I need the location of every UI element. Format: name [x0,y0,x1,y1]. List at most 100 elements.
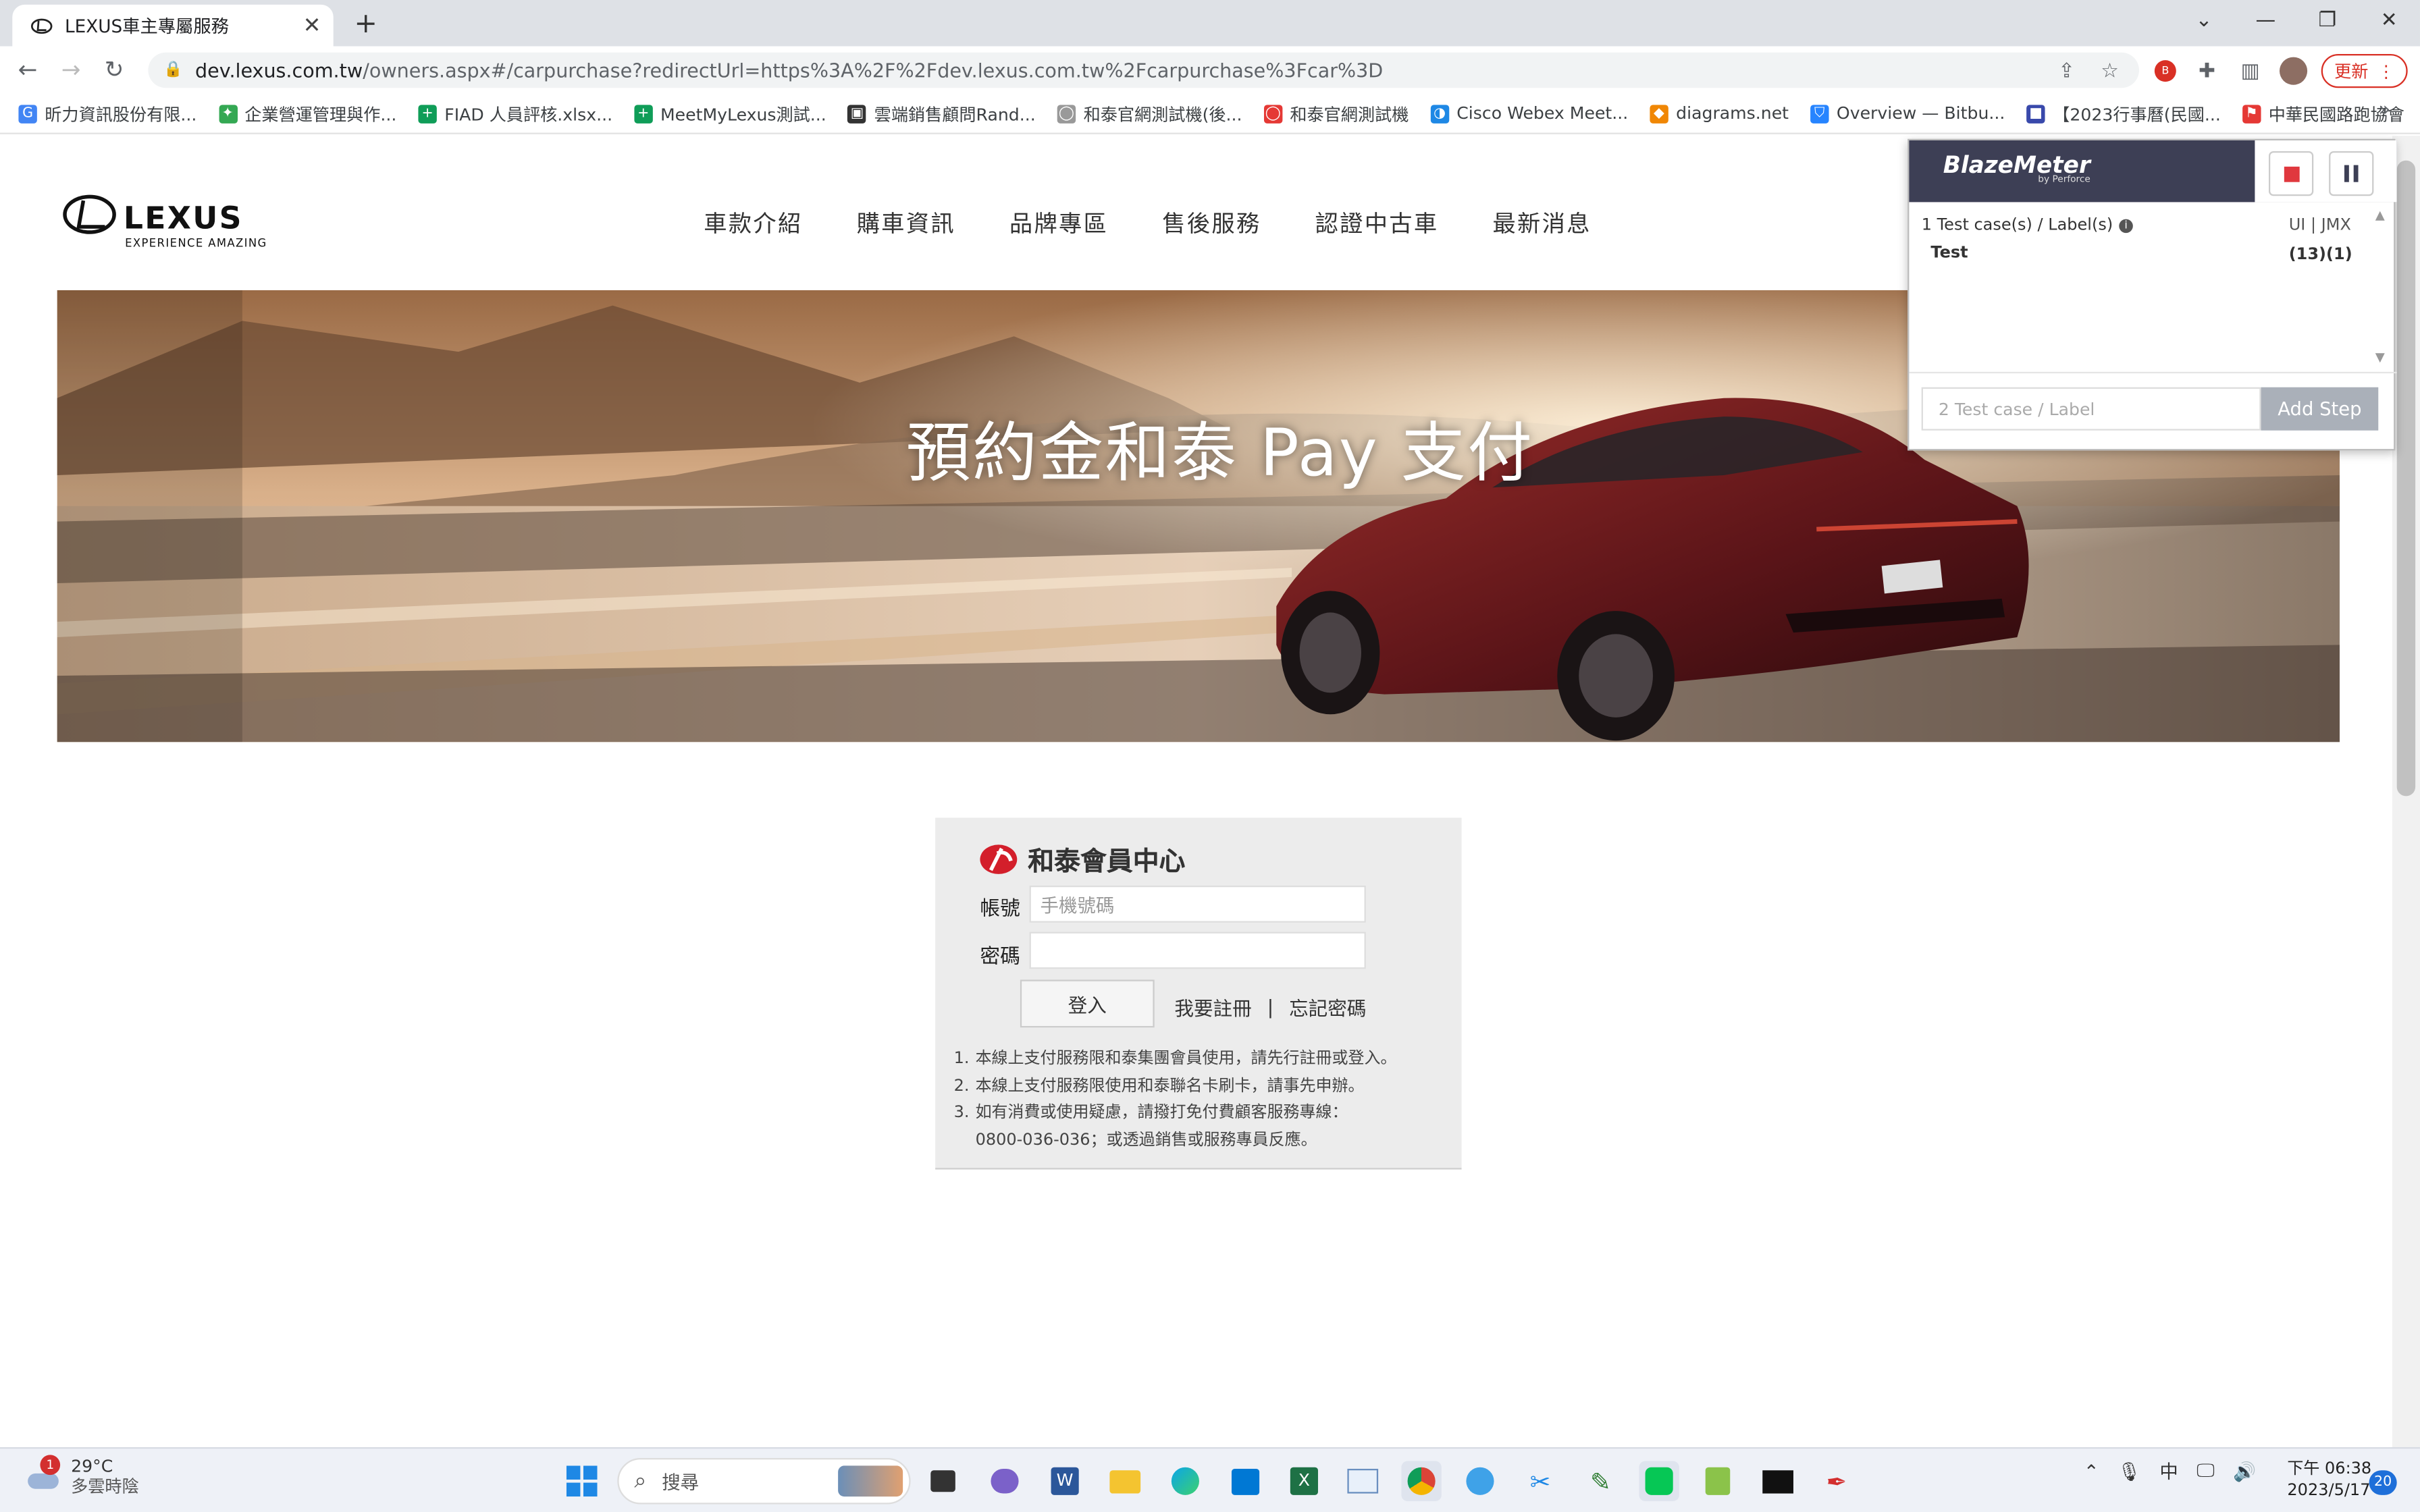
forward-icon[interactable]: → [55,54,86,85]
app-icon-2[interactable]: ✎ [1581,1461,1621,1501]
stop-icon [2283,165,2299,182]
weather-badge: 1 [40,1455,61,1476]
app-icon-1[interactable] [1460,1461,1500,1501]
bookmarks-bar: G 昕力資訊股份有限... ✦ 企業營運管理與作... + FIAD 人員評核.xlsx.… [0,94,2420,134]
reload-icon[interactable]: ↻ [99,54,130,85]
edge-icon[interactable] [1165,1461,1205,1501]
bookmark-item[interactable]: + FIAD 人員評核.xlsx... [418,101,612,126]
search-highlight-image [838,1465,903,1497]
main-menu-item[interactable]: 車款介紹 [704,207,802,239]
bookmark-item[interactable]: ✦ 企業營運管理與作... [218,101,396,126]
main-menu-item[interactable]: 認證中古車 [1315,207,1439,239]
tab-close-icon[interactable]: ✕ [303,13,321,38]
bookmark-item[interactable]: G 昕力資訊股份有限... [18,101,196,126]
pause-recording-button[interactable] [2329,151,2374,196]
back-icon[interactable]: ← [12,54,43,85]
stop-recording-button[interactable] [2268,151,2314,196]
lexus-emblem-icon: LEXUS EXPERIENCE AMAZING [63,194,266,250]
note-item: 0800-036-036；或透過銷售或服務專員反應。 [954,1127,1448,1154]
extensions-icon[interactable]: ✚ [2193,57,2221,85]
line-icon[interactable] [1639,1461,1679,1501]
microphone-icon[interactable]: 🎙 [2118,1460,2141,1482]
password-input[interactable] [1029,932,1366,969]
bookmark-item[interactable]: ▣ 雲端銷售顧問Rand... [847,101,1036,126]
account-input[interactable]: 手機號碼 [1029,885,1366,923]
bookmark-item[interactable]: ◆ diagrams.net [1650,103,1789,124]
task-view-icon[interactable] [923,1461,963,1501]
member-center-label: 和泰會員中心 [1028,846,1186,878]
address-bar[interactable]: 🔒 dev.lexus.com.tw/owners.aspx#/carpurch… [148,52,2139,88]
bookmark-label: 和泰官網測試機 [1290,104,1409,124]
note-text: 本線上支付服務限使用和泰聯名卡刷卡，請事先申辦。 [975,1076,1365,1095]
start-button[interactable] [562,1461,602,1501]
word-icon[interactable]: W [1045,1461,1084,1501]
bookmark-star-icon[interactable]: ☆ [2096,57,2124,85]
bookmark-item[interactable]: ◯ 和泰官網測試機(後... [1057,101,1242,126]
performance-monitor-icon[interactable] [1343,1461,1383,1501]
tab-strip: LEXUS車主專屬服務 ✕ + ⌄ — ❐ ✕ [0,0,2420,47]
note-text: 如有消費或使用疑慮，請撥打免付費顧客服務專線： [975,1103,1348,1122]
terminal-icon[interactable] [1758,1461,1797,1501]
tab-search-icon[interactable]: ⌄ [2173,3,2234,37]
ime-indicator[interactable]: 中 [2159,1458,2178,1484]
info-icon[interactable]: i [2119,218,2133,232]
test-case-input[interactable]: 2 Test case / Label [1921,387,2261,431]
close-window-button[interactable]: ✕ [2359,3,2420,37]
main-menu-item[interactable]: 最新消息 [1492,207,1591,239]
forgot-password-link[interactable]: 忘記密碼 [1289,992,1366,1021]
snipping-tool-icon[interactable]: ✂ [1520,1461,1560,1501]
bookmark-item[interactable]: ■ 【2023行事曆(民國... [2026,101,2221,126]
taskbar-search[interactable]: ⌕ 搜尋 [617,1457,911,1505]
excel-icon[interactable]: X [1284,1461,1324,1501]
bookmark-label: 【2023行事曆(民國... [2053,104,2221,124]
test-case-summary: 1 Test case(s) / Label(s) i [1922,216,2133,234]
new-tab-button[interactable]: + [349,7,383,39]
side-panel-icon[interactable]: ▥ [2236,57,2264,85]
links-separator: | [1267,995,1274,1019]
register-link[interactable]: 我要註冊 [1174,992,1251,1021]
lexus-logo[interactable]: LEXUS EXPERIENCE AMAZING [61,194,281,256]
test-case-name[interactable]: Test [1930,244,1968,262]
login-button[interactable]: 登入 [1020,979,1155,1028]
main-menu-item[interactable]: 售後服務 [1162,207,1261,239]
bookmark-item[interactable]: + MeetMyLexus測試... [634,101,826,126]
bookmark-item[interactable]: ◑ Cisco Webex Meet... [1430,103,1628,124]
bookmark-favicon-icon: ✦ [218,104,237,123]
page-scrollbar-thumb[interactable] [2396,160,2416,796]
summary-text: 1 Test case(s) / Label(s) [1921,215,2113,235]
add-step-button[interactable]: Add Step [2261,387,2379,431]
weather-widget[interactable]: 1 29°C 多雲時陰 [25,1455,139,1496]
bookmark-favicon-icon: G [18,104,37,123]
account-label: 帳號 [980,898,1020,921]
system-tray: ⌃ 🎙 中 🖵 🔊 [2084,1458,2257,1484]
pen-app-icon[interactable]: ✒ [1816,1461,1856,1501]
browser-tab[interactable]: LEXUS車主專屬服務 ✕ [12,4,334,47]
blazemeter-list-scrollbar[interactable]: ▲ ▼ [2369,202,2394,371]
minimize-button[interactable]: — [2235,3,2296,37]
clock[interactable]: 下午 06:38 2023/5/17 [2287,1458,2371,1501]
chevron-up-icon[interactable]: ⌃ [2084,1460,2099,1482]
view-toggle[interactable]: UI | JMX [2289,216,2351,234]
blazemeter-panel: BlazeMeter by Perforce 1 Test case(s) / L… [1908,138,2397,451]
chrome-icon[interactable] [1401,1461,1442,1501]
file-explorer-icon[interactable] [1105,1461,1145,1501]
bookmark-favicon-icon: + [634,104,653,123]
notepad-icon[interactable] [1698,1461,1737,1501]
chat-icon[interactable] [984,1461,1024,1501]
network-icon[interactable]: 🖵 [2197,1459,2214,1482]
update-button[interactable]: 更新 ⋮ [2321,53,2408,88]
bookmark-item[interactable]: ◯ 和泰官網測試機 [1263,101,1409,126]
main-menu-item[interactable]: 品牌專區 [1009,207,1108,239]
bookmark-item[interactable]: ⛉ Overview — Bitbu... [1810,103,2005,124]
note-number: 2. [953,1076,970,1095]
store-icon[interactable] [1226,1461,1265,1501]
blazemeter-extension-icon[interactable]: B [2151,57,2179,85]
share-icon[interactable]: ⇪ [2053,57,2080,85]
notification-count-badge[interactable]: 20 [2369,1470,2397,1495]
volume-icon[interactable]: 🔊 [2233,1460,2256,1482]
lexus-favicon-icon [30,18,53,33]
main-menu-item[interactable]: 購車資訊 [857,207,955,239]
bookmarks-overflow-icon[interactable]: » [2378,99,2390,122]
profile-avatar[interactable] [2279,57,2308,85]
restore-button[interactable]: ❐ [2296,3,2358,37]
